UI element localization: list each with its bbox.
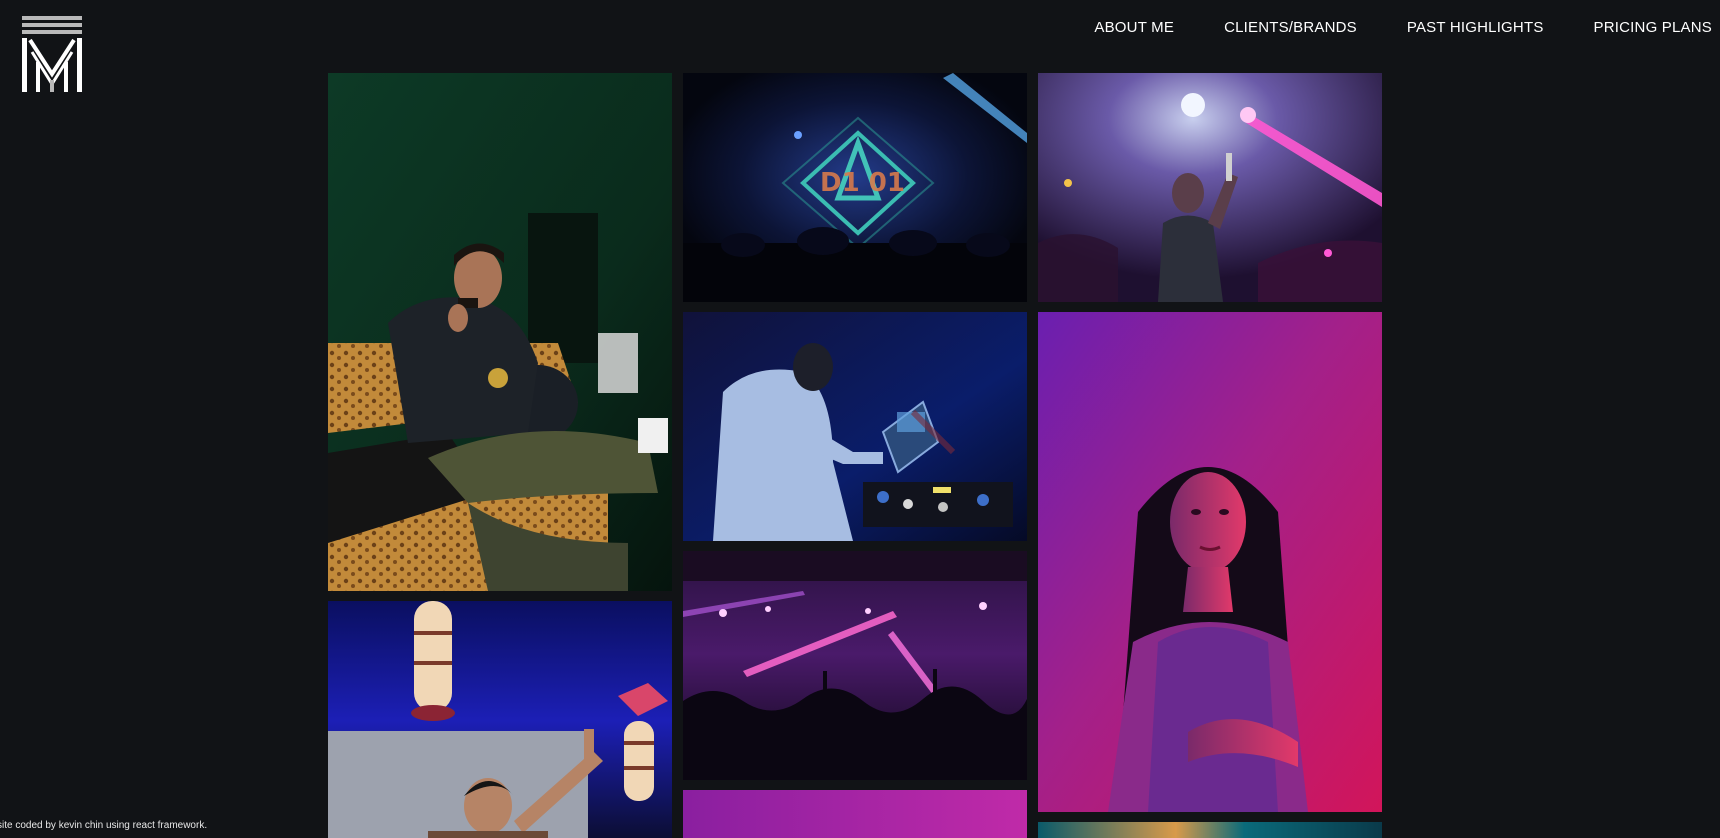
gallery-column-3 [1038, 73, 1382, 838]
photo-gallery: D1 01 [328, 73, 1382, 838]
photo-teal-partial[interactable] [1038, 822, 1382, 838]
photo-dj-with-lanterns[interactable] [328, 601, 672, 838]
photo-man-on-couch[interactable] [328, 73, 672, 591]
photo-woman-portrait[interactable] [1038, 312, 1382, 812]
portfolio-page: ABOUT ME CLIENTS/BRANDS PAST HIGHLIGHTS … [0, 0, 1720, 838]
gallery-column-2: D1 01 [683, 73, 1027, 838]
nav-clients-brands[interactable]: CLIENTS/BRANDS [1224, 18, 1357, 38]
photo-performer-spotlights[interactable] [1038, 73, 1382, 302]
nav-pricing-plans[interactable]: PRICING PLANS [1594, 18, 1712, 38]
nav-past-highlights[interactable]: PAST HIGHLIGHTS [1407, 18, 1544, 38]
nav-about-me[interactable]: ABOUT ME [1094, 18, 1174, 38]
photo-crowd-pink-lasers[interactable] [683, 551, 1027, 780]
mm-monogram-icon[interactable] [22, 16, 82, 92]
photo-dj-stage-led[interactable]: D1 01 [683, 73, 1027, 302]
top-nav: ABOUT ME CLIENTS/BRANDS PAST HIGHLIGHTS … [1094, 18, 1712, 38]
gallery-column-1 [328, 73, 672, 838]
photo-purple-partial[interactable] [683, 790, 1027, 838]
site-credit: site coded by kevin chin using react fra… [0, 820, 208, 831]
photo-dj-at-laptop[interactable] [683, 312, 1027, 541]
svg-text:D1 01: D1 01 [820, 168, 905, 198]
